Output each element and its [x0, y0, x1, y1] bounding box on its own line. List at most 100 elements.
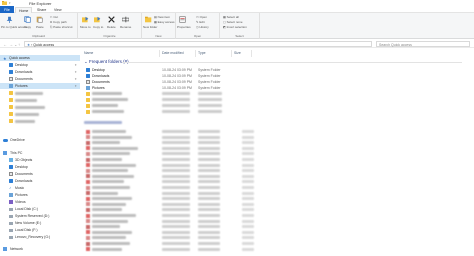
- table-row[interactable]: [82, 97, 474, 102]
- table-row[interactable]: Downloads 10-08-24 03:09 PM System Folde…: [82, 73, 474, 78]
- table-row[interactable]: [82, 247, 474, 252]
- blurred-text: [198, 130, 220, 133]
- table-row[interactable]: [82, 219, 474, 224]
- sidebar-item-blurred[interactable]: [0, 111, 80, 117]
- table-row[interactable]: [82, 174, 474, 179]
- properties-button[interactable]: Properties: [177, 25, 191, 29]
- column-header-date[interactable]: Date modified: [160, 50, 196, 57]
- table-row[interactable]: [82, 146, 474, 151]
- sidebar-item-documents[interactable]: Documents ✦: [0, 76, 80, 82]
- sidebar-item-label: Desktop: [15, 165, 28, 169]
- sidebar-item-onedrive[interactable]: OneDrive: [0, 137, 80, 143]
- table-row[interactable]: [82, 191, 474, 196]
- sidebar-item-videos[interactable]: Videos: [0, 199, 80, 205]
- copy-path-button[interactable]: ⧉ Copy path: [50, 20, 67, 24]
- table-row[interactable]: [82, 241, 474, 246]
- sidebar-item-desktop-pc[interactable]: Desktop: [0, 164, 80, 170]
- up-arrow-icon[interactable]: ↑: [18, 42, 20, 47]
- table-row[interactable]: [82, 135, 474, 140]
- sidebar-item-label: 3D Objects: [15, 158, 33, 162]
- address-field[interactable]: ★ › Quick access: [24, 41, 372, 47]
- sidebar-item-downloads-pc[interactable]: Downloads: [0, 178, 80, 184]
- select-none-button[interactable]: ▢ Select none: [223, 20, 243, 24]
- blurred-text: [242, 141, 254, 145]
- move-to-button[interactable]: Move to: [80, 25, 91, 29]
- table-row[interactable]: Documents 10-08-24 03:09 PM System Folde…: [82, 79, 474, 84]
- quick-access-toolbar[interactable]: ▾: [9, 1, 11, 5]
- blurred-text: [92, 197, 132, 201]
- sidebar-item-documents-pc[interactable]: Documents: [0, 171, 80, 177]
- forward-arrow-icon[interactable]: →: [9, 42, 13, 47]
- blurred-text: [198, 180, 220, 184]
- column-header-type[interactable]: Type: [196, 50, 232, 57]
- blurred-text: [198, 92, 222, 95]
- cut-button[interactable]: ✂ Cut: [50, 15, 58, 19]
- table-row[interactable]: [82, 91, 474, 96]
- blurred-text: [162, 180, 190, 184]
- table-row[interactable]: [82, 185, 474, 190]
- column-header-name[interactable]: Name: [82, 50, 160, 57]
- back-arrow-icon[interactable]: ←: [3, 42, 7, 47]
- table-row[interactable]: [82, 129, 474, 134]
- sidebar-item-network[interactable]: Network: [0, 246, 80, 252]
- search-input[interactable]: Search Quick access: [376, 41, 470, 47]
- table-row[interactable]: [82, 196, 474, 201]
- table-row[interactable]: [82, 140, 474, 145]
- delete-button[interactable]: Delete: [107, 25, 116, 29]
- blurred-text: [162, 191, 190, 195]
- table-row[interactable]: [82, 207, 474, 212]
- table-row[interactable]: [82, 103, 474, 108]
- table-row[interactable]: Pictures 10-08-24 03:09 PM System Folder: [82, 85, 474, 90]
- table-row[interactable]: [82, 179, 474, 184]
- sidebar-item-desktop[interactable]: Desktop ✦: [0, 62, 80, 68]
- sidebar-item-new-volume-e[interactable]: New Volume (E:): [0, 220, 80, 226]
- sidebar-item-music[interactable]: ♪ Music: [0, 185, 80, 191]
- delete-icon: [108, 16, 115, 23]
- table-row[interactable]: [82, 224, 474, 229]
- edit-button[interactable]: ✎ Edit: [196, 20, 205, 24]
- sidebar-item-blurred[interactable]: [0, 90, 80, 96]
- sidebar-item-local-disk-c[interactable]: Local Disk (C:): [0, 206, 80, 212]
- history-button[interactable]: ◷ History: [196, 25, 209, 29]
- table-row[interactable]: [82, 109, 474, 114]
- table-row[interactable]: [82, 151, 474, 156]
- table-row[interactable]: Desktop 10-08-24 03:09 PM System Folder: [82, 67, 474, 72]
- easy-access-button[interactable]: ▦ Easy access: [154, 20, 175, 24]
- select-all-button[interactable]: ▦ Select all: [223, 15, 239, 19]
- column-header-size[interactable]: Size: [232, 50, 252, 57]
- table-row[interactable]: [82, 163, 474, 168]
- sidebar-item-blurred[interactable]: [0, 104, 80, 110]
- table-row[interactable]: [82, 230, 474, 235]
- table-row[interactable]: [82, 157, 474, 162]
- sidebar-item-blurred[interactable]: [0, 118, 80, 124]
- star-icon: ★: [27, 42, 31, 47]
- sidebar-item-3d-objects[interactable]: 3D Objects: [0, 157, 80, 163]
- tab-file[interactable]: File: [0, 6, 14, 13]
- copy-button[interactable]: Copy: [24, 25, 31, 29]
- sidebar-item-blurred[interactable]: [0, 97, 80, 103]
- file-icon: [86, 219, 90, 224]
- sidebar-item-this-pc[interactable]: This PC: [0, 150, 80, 156]
- rename-button[interactable]: Rename: [120, 25, 131, 29]
- paste-button[interactable]: Paste: [36, 25, 44, 29]
- table-row[interactable]: [82, 213, 474, 218]
- sidebar-item-local-disk-f[interactable]: Local Disk (F:): [0, 227, 80, 233]
- table-row[interactable]: [82, 235, 474, 240]
- paste-shortcut-button[interactable]: ⎘ Paste shortcut: [50, 25, 72, 29]
- sidebar-item-lenovo-recovery-g[interactable]: Lenovo_Recovery (G:): [0, 234, 80, 240]
- sidebar-item-pictures[interactable]: Pictures ✦: [0, 83, 80, 89]
- copy-to-button[interactable]: Copy to: [93, 25, 103, 29]
- table-row[interactable]: [82, 202, 474, 207]
- new-item-button[interactable]: ▤ New item: [154, 15, 170, 19]
- row-type: System Folder: [198, 79, 221, 84]
- sidebar-item-downloads[interactable]: Downloads ✦: [0, 69, 80, 75]
- sidebar-item-system-reserved-d[interactable]: System Reserved (D:): [0, 213, 80, 219]
- sidebar-item-pictures-pc[interactable]: Pictures: [0, 192, 80, 198]
- open-button[interactable]: ▭ Open: [196, 15, 207, 19]
- sidebar-item-quick-access[interactable]: ★ Quick access: [0, 55, 80, 61]
- blurred-text: [162, 225, 190, 229]
- invert-selection-button[interactable]: ◩ Invert selection: [223, 25, 247, 29]
- table-row[interactable]: [82, 168, 474, 173]
- new-folder-button[interactable]: New folder: [143, 25, 157, 29]
- recent-locations-icon[interactable]: ⌄: [14, 42, 17, 47]
